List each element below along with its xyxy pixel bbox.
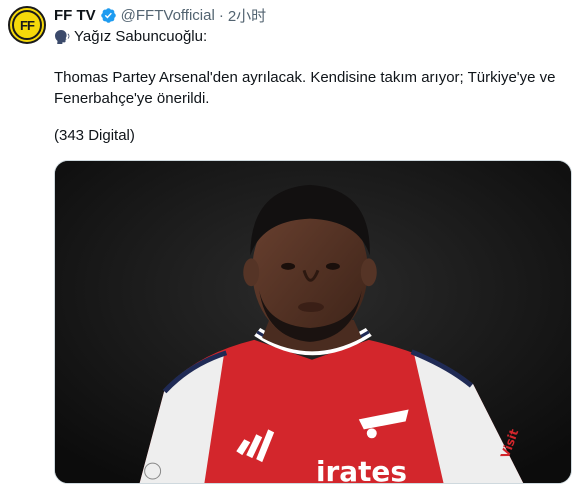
author-name-text: Yağız Sabuncuoğlu:: [74, 28, 208, 45]
avatar[interactable]: FF: [8, 6, 46, 44]
verified-badge-icon: [100, 7, 117, 24]
avatar-logo: FF: [12, 10, 42, 40]
account-handle[interactable]: @FFTVofficial: [121, 7, 215, 24]
author-line: Yağız Sabuncuoğlu:: [54, 28, 207, 45]
speaking-head-icon: [54, 29, 72, 45]
post-body: Thomas Partey Arsenal'den ayrılacak. Ken…: [54, 69, 556, 107]
jersey-sponsor-text: irates: [316, 455, 407, 483]
post-timestamp[interactable]: 2小时: [228, 5, 266, 26]
post-image[interactable]: irates Visit: [54, 160, 572, 484]
account-name[interactable]: FF TV: [54, 7, 96, 24]
post-header: FF TV @FFTVofficial · 2小时: [54, 5, 266, 25]
player-photo: irates Visit: [55, 161, 571, 483]
post-source: (343 Digital): [54, 127, 135, 144]
separator-dot: ·: [218, 6, 224, 24]
